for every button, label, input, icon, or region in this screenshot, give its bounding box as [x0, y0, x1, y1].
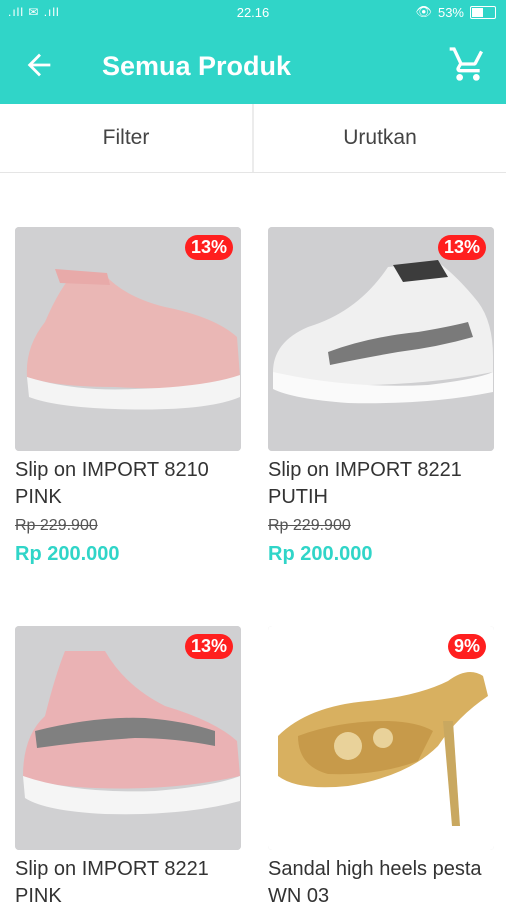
product-image[interactable]: 13%	[15, 626, 241, 850]
discount-badge: 13%	[437, 235, 486, 260]
discount-badge: 13%	[184, 235, 233, 260]
filter-button[interactable]: Filter	[0, 104, 252, 172]
product-image[interactable]: 13%	[15, 227, 241, 451]
discount-badge: 13%	[184, 634, 233, 659]
arrow-left-icon[interactable]	[22, 48, 56, 82]
original-price: Rp 229.900	[268, 517, 351, 534]
app-bar: Semua Produk	[0, 26, 506, 104]
product-image[interactable]: 13%	[268, 227, 494, 451]
product-image[interactable]: 9%	[268, 626, 494, 850]
filter-sort-bar: Filter Urutkan	[0, 104, 506, 173]
product-name[interactable]: Slip on IMPORT 8221 PUTIH	[268, 457, 494, 511]
product-card[interactable]: 13% Slip on IMPORT 8221 PINK	[15, 626, 241, 910]
status-bar: .ıll ✉ .ıll 22.16 👁 53%	[0, 0, 506, 26]
status-right: 👁 53%	[415, 4, 496, 20]
product-card[interactable]: 13% Slip on IMPORT 8221 PUTIH Rp 229.900…	[268, 227, 494, 566]
battery-icon	[470, 5, 496, 19]
product-name[interactable]: Slip on IMPORT 8210 PINK	[15, 457, 241, 511]
product-name[interactable]: Sandal high heels pesta WN 03	[268, 856, 494, 910]
product-card[interactable]: 9% Sandal high heels pesta WN 03	[268, 626, 494, 910]
sale-price: Rp 200.000	[15, 543, 120, 565]
sort-button[interactable]: Urutkan	[252, 104, 506, 172]
original-price: Rp 229.900	[15, 517, 98, 534]
page-title: Semua Produk	[102, 51, 292, 81]
eye-icon: 👁	[415, 4, 432, 19]
product-name[interactable]: Slip on IMPORT 8221 PINK	[15, 856, 241, 910]
cart-icon[interactable]	[448, 44, 488, 84]
sale-price: Rp 200.000	[268, 543, 373, 565]
discount-badge: 9%	[447, 634, 486, 659]
battery-percent: 53%	[437, 4, 464, 20]
product-card[interactable]: 13% Slip on IMPORT 8210 PINK Rp 229.900 …	[15, 227, 241, 566]
